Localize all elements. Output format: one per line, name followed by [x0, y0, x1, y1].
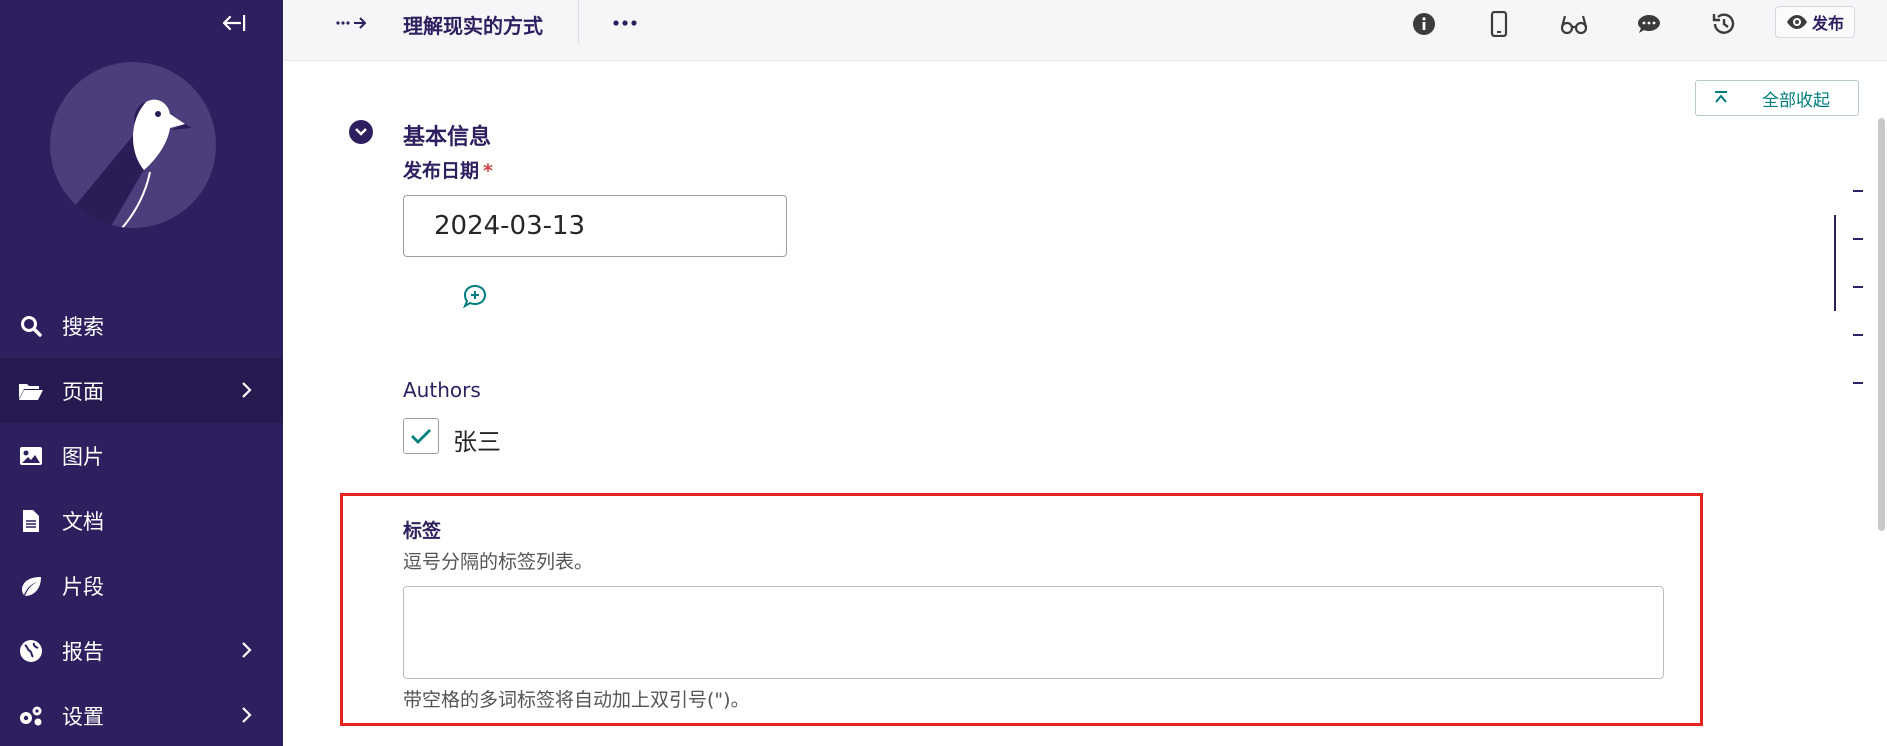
- collapse-all-label: 全部收起: [1762, 90, 1830, 111]
- tags-footnote: 带空格的多词标签将自动加上双引号(")。: [403, 689, 750, 711]
- checkmark-icon: [411, 429, 431, 444]
- document-icon: [18, 508, 44, 534]
- sidebar-item-label: 文档: [62, 509, 104, 534]
- tags-input[interactable]: [403, 586, 1664, 679]
- tags-help-text: 逗号分隔的标签列表。: [403, 551, 594, 573]
- collapse-all-button[interactable]: 全部收起: [1695, 80, 1859, 116]
- search-icon: [18, 313, 44, 339]
- minimap-item[interactable]: [1853, 190, 1863, 192]
- date-field-label: 发布日期 *: [403, 156, 493, 183]
- chevron-right-icon: [241, 640, 253, 660]
- sidebar-item-label: 片段: [62, 574, 104, 599]
- wagtail-logo[interactable]: [50, 62, 216, 228]
- scrollbar[interactable]: [1878, 118, 1885, 531]
- publish-date-input[interactable]: [403, 195, 787, 257]
- more-actions-icon[interactable]: [610, 12, 640, 34]
- tags-label: 标签: [403, 520, 442, 542]
- sidebar-nav: 搜索 页面 图片 文档 片段 报告 设置: [0, 293, 283, 746]
- sidebar-item-documents[interactable]: 文档: [0, 488, 283, 553]
- sidebar: 搜索 页面 图片 文档 片段 报告 设置: [0, 0, 283, 746]
- comments-icon[interactable]: [1635, 10, 1663, 38]
- mobile-preview-icon[interactable]: [1485, 10, 1513, 38]
- collapse-up-icon: [1715, 91, 1727, 103]
- publish-button[interactable]: 发布: [1775, 6, 1855, 38]
- sidebar-item-label: 搜索: [62, 314, 104, 339]
- author-option-label[interactable]: 张三: [453, 422, 501, 457]
- sidebar-item-snippets[interactable]: 片段: [0, 553, 283, 618]
- sidebar-item-label: 报告: [62, 639, 104, 664]
- section-title: 基本信息: [403, 125, 492, 150]
- chevron-right-icon: [241, 380, 253, 400]
- minimap-active-indicator: [1834, 215, 1836, 311]
- chevron-right-icon: [241, 705, 253, 725]
- sidebar-item-label: 页面: [62, 379, 104, 404]
- breadcrumb-toggle-icon[interactable]: [335, 12, 369, 34]
- date-label-text: 发布日期: [403, 160, 480, 182]
- minimap-item[interactable]: [1853, 334, 1863, 336]
- minimap-item[interactable]: [1853, 286, 1863, 288]
- leaf-icon: [18, 573, 44, 599]
- publish-label: 发布: [1811, 14, 1844, 33]
- divider: [578, 0, 579, 44]
- sidebar-item-reports[interactable]: 报告: [0, 618, 283, 683]
- globe-icon: [18, 638, 44, 664]
- section-collapse-toggle[interactable]: [349, 120, 373, 144]
- minimap-item[interactable]: [1853, 382, 1863, 384]
- top-bar: 理解现实的方式 发布: [283, 0, 1887, 61]
- eye-icon: [1786, 15, 1807, 29]
- cogs-icon: [18, 703, 44, 729]
- sidebar-item-pages[interactable]: 页面: [0, 358, 283, 423]
- sidebar-item-search[interactable]: 搜索: [0, 293, 283, 358]
- page-title: 理解现实的方式: [403, 14, 543, 38]
- collapse-sidebar-icon[interactable]: [220, 12, 250, 34]
- authors-label: Authors: [403, 378, 481, 402]
- sidebar-item-label: 设置: [62, 704, 104, 729]
- folder-open-icon: [18, 378, 44, 404]
- minimap-item[interactable]: [1853, 238, 1863, 240]
- chevron-down-icon: [355, 128, 367, 136]
- required-mark: *: [483, 160, 493, 182]
- sidebar-item-label: 图片: [62, 444, 104, 469]
- image-icon: [18, 443, 44, 469]
- sidebar-item-settings[interactable]: 设置: [0, 683, 283, 746]
- author-checkbox[interactable]: [403, 418, 439, 454]
- sidebar-item-images[interactable]: 图片: [0, 423, 283, 488]
- add-comment-icon[interactable]: [462, 283, 488, 309]
- info-icon[interactable]: [1410, 10, 1438, 38]
- history-icon[interactable]: [1710, 10, 1738, 38]
- accessibility-glasses-icon[interactable]: [1560, 10, 1588, 38]
